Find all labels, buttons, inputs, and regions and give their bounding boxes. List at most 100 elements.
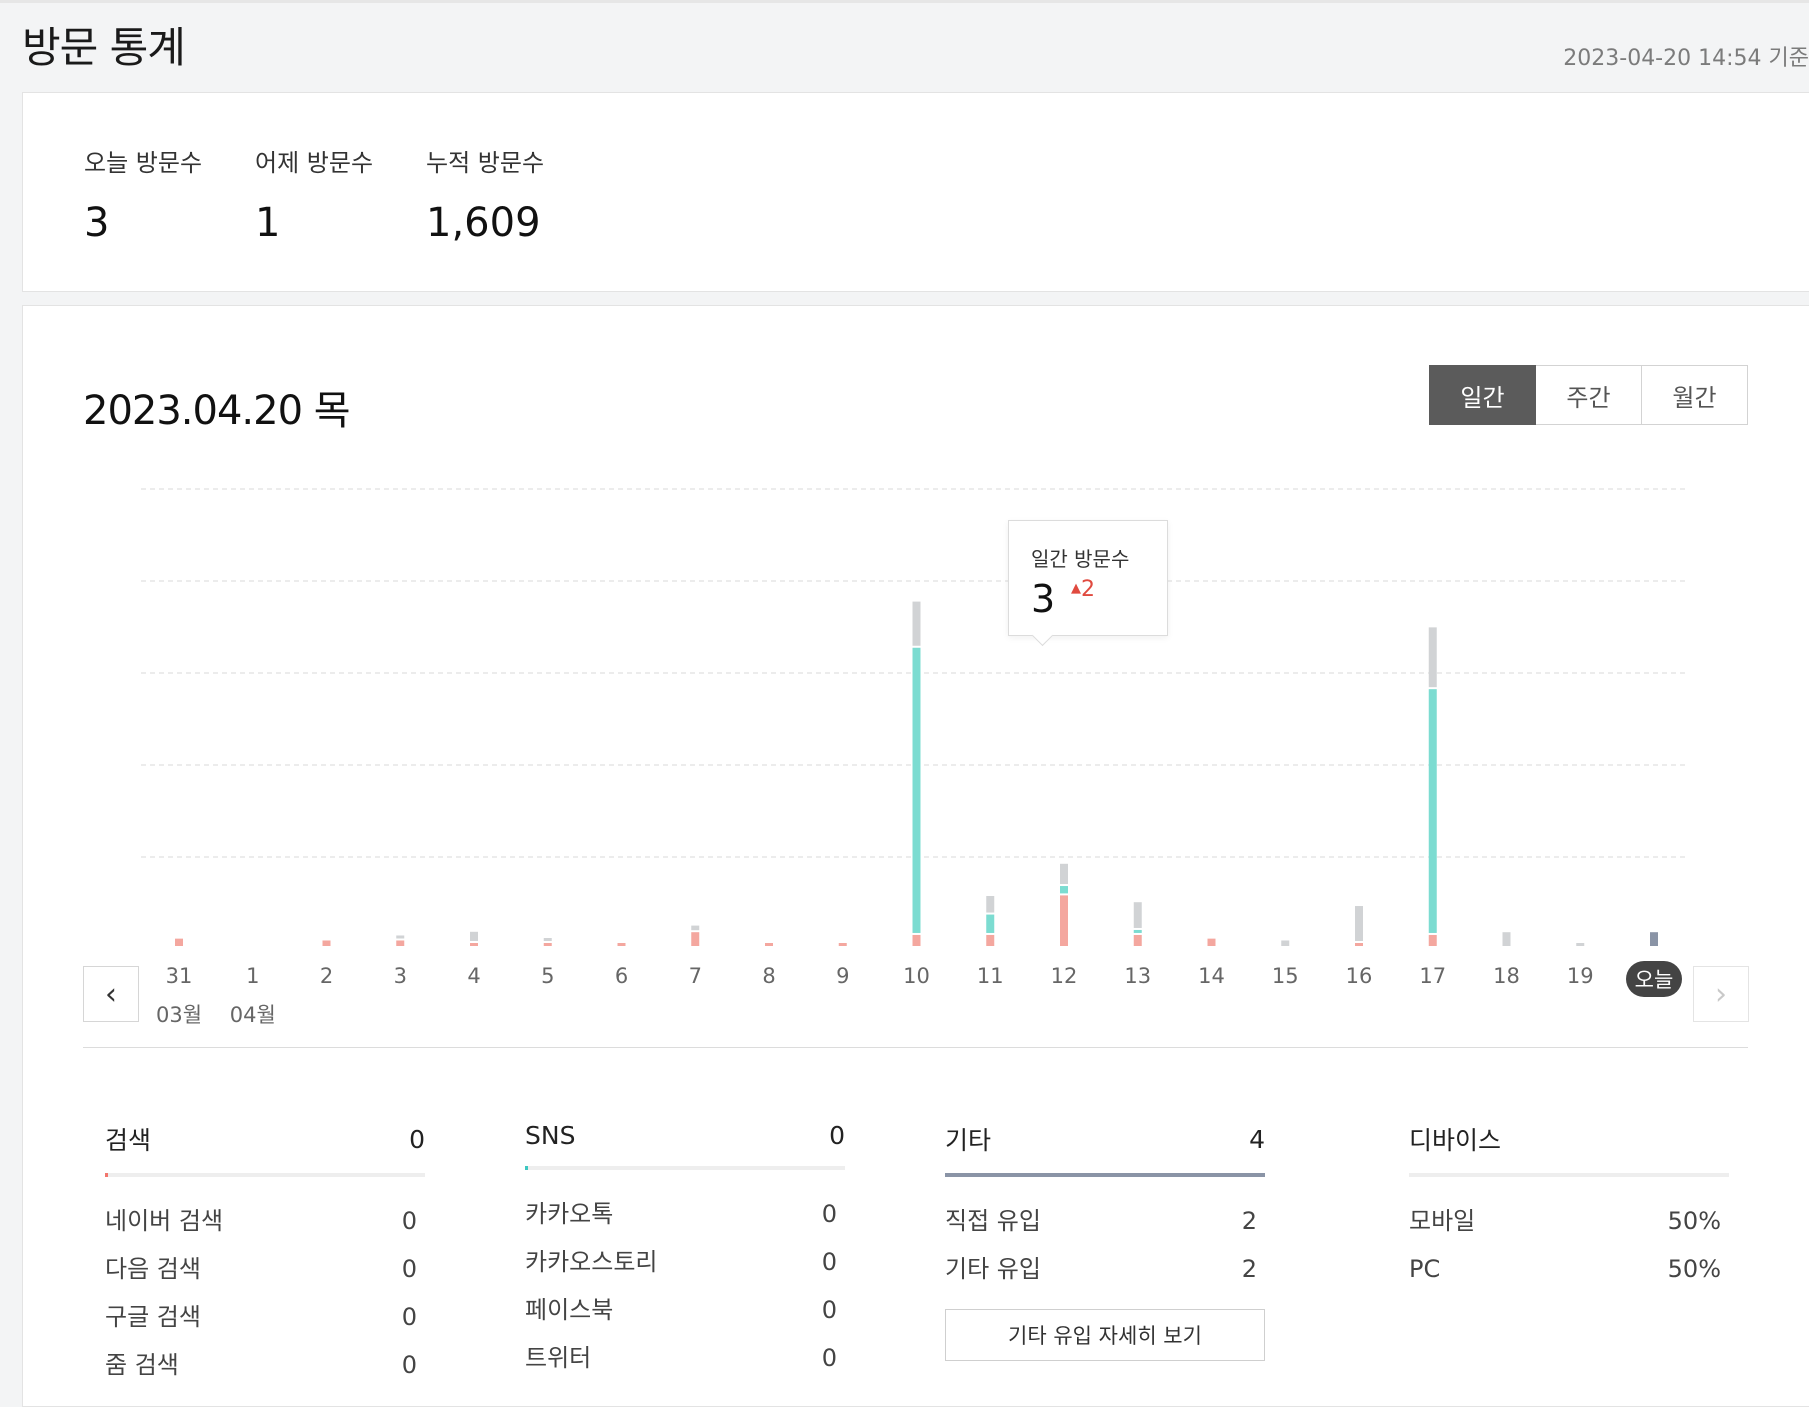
list-item: 구글 검색 0 [105,1295,425,1343]
bar-segment[interactable] [1060,886,1068,894]
panel-title: SNS [525,1121,576,1150]
x-tick-label[interactable]: 18 [1477,964,1537,988]
list-item: 줌 검색 0 [105,1343,425,1391]
x-tick-label[interactable]: 2 [297,964,357,988]
bar-segment[interactable] [396,940,405,946]
main-card: 2023.04.20 목 일간 주간 월간 일간 방문수 3 ▲2 ‹ › 31… [22,305,1809,1407]
x-tick-label[interactable]: 1 [223,964,283,988]
bar-segment[interactable] [986,896,995,913]
stat-value: 1,609 [426,200,541,246]
bar-segment[interactable] [1502,932,1511,946]
bar-segment[interactable] [691,932,700,946]
x-tick-label[interactable]: 31 [149,964,209,988]
row-value: 2 [1241,1255,1257,1283]
bar-segment[interactable] [912,601,921,646]
panel-total: 0 [829,1121,845,1150]
stat-total: 누적 방문수 1,609 [426,143,544,246]
stat-today: 오늘 방문수 3 [84,143,202,246]
panel-ratio-bar [1409,1173,1729,1177]
row-label: 네이버 검색 [105,1207,224,1235]
bar-segment[interactable] [1060,895,1068,946]
x-tick-label[interactable]: 9 [813,964,873,988]
bar-segment[interactable] [396,935,405,939]
x-tick-label[interactable]: 17 [1403,964,1463,988]
bar-segment[interactable] [1207,938,1216,946]
row-value: 0 [401,1255,417,1283]
bar-segment[interactable] [838,943,847,946]
x-tick-label[interactable]: 4 [444,964,504,988]
x-tick-label[interactable]: 5 [518,964,578,988]
x-tick-label[interactable]: 6 [592,964,652,988]
bar-segment[interactable] [691,925,700,931]
month-label: 03월 [155,1003,203,1027]
tooltip-label: 일간 방문수 [1031,547,1130,571]
row-label: 페이스북 [525,1296,614,1324]
x-tick-label[interactable]: 11 [960,964,1020,988]
top-border [0,0,1809,3]
row-value: 0 [401,1207,417,1235]
bar-segment[interactable] [1428,627,1437,688]
bar-segment[interactable] [470,931,478,941]
row-value: 0 [821,1248,837,1276]
stat-label: 오늘 방문수 [84,149,203,177]
next-period-button[interactable]: › [1693,966,1749,1022]
panel-ratio-bar [105,1173,425,1177]
x-tick-label[interactable]: 10 [887,964,947,988]
panel-search: 검색 0 네이버 검색 0 다음 검색 0 구글 검색 0 줌 검색 0 [105,1121,425,1391]
bar-segment[interactable] [470,943,478,946]
today-badge[interactable]: 오늘 [1626,961,1682,997]
row-label: 줌 검색 [105,1351,179,1379]
bar-segment[interactable] [986,934,995,946]
row-value: 50% [1667,1207,1721,1235]
row-value: 0 [401,1303,417,1331]
panel-device: 디바이스 모바일 50% PC 50% [1409,1121,1729,1295]
panel-total: 0 [409,1124,425,1154]
bar-segment[interactable] [765,943,773,946]
prev-period-button[interactable]: ‹ [83,966,139,1022]
bar-segment[interactable] [912,647,921,933]
bar-segment[interactable] [1428,689,1437,933]
x-tick-label[interactable]: 12 [1034,964,1094,988]
row-label: 구글 검색 [105,1303,201,1331]
bar-segment[interactable] [1133,934,1142,946]
x-tick-label[interactable]: 13 [1108,964,1168,988]
row-value: 0 [401,1351,417,1379]
row-value: 2 [1241,1207,1257,1235]
x-tick-label[interactable]: 16 [1329,964,1389,988]
bar-segment[interactable] [543,938,552,941]
bar-segment[interactable] [1428,934,1437,946]
bar-segment[interactable] [617,943,626,946]
panel-header: 디바이스 [1409,1121,1729,1173]
bar-segment[interactable] [175,938,183,946]
bar-segment[interactable] [1576,943,1585,946]
stat-label: 누적 방문수 [426,149,545,177]
bar-segment[interactable] [1060,863,1068,885]
bar-segment[interactable] [322,940,331,946]
x-tick-label[interactable]: 8 [739,964,799,988]
row-label: 트위터 [525,1344,592,1372]
panel-header: 기타 4 [945,1121,1265,1173]
bar-segment[interactable] [543,943,552,946]
bar-segment[interactable] [1281,940,1290,946]
list-item: 직접 유입 2 [945,1199,1265,1247]
bar-segment[interactable] [1355,906,1363,941]
panel-ratio-bar [945,1173,1265,1177]
divider [83,1047,1748,1048]
x-tick-label[interactable]: 15 [1255,964,1315,988]
bar-segment[interactable] [1133,902,1142,928]
x-tick-label[interactable]: 3 [370,964,430,988]
other-inflow-detail-button[interactable]: 기타 유입 자세히 보기 [945,1309,1265,1361]
bar-segment[interactable] [1355,943,1363,946]
bar-segment[interactable] [1650,932,1658,946]
row-label: 직접 유입 [945,1207,1041,1235]
panel-title: 디바이스 [1409,1126,1502,1155]
stat-yesterday: 어제 방문수 1 [255,143,373,246]
x-tick-label[interactable]: 19 [1550,964,1610,988]
list-item: 페이스북 0 [525,1288,845,1336]
bar-segment[interactable] [986,914,995,933]
x-tick-label[interactable]: 14 [1182,964,1242,988]
row-label: 카카오톡 [525,1200,614,1228]
bar-segment[interactable] [912,934,921,946]
bar-segment[interactable] [1133,929,1142,933]
x-tick-label[interactable]: 7 [665,964,725,988]
